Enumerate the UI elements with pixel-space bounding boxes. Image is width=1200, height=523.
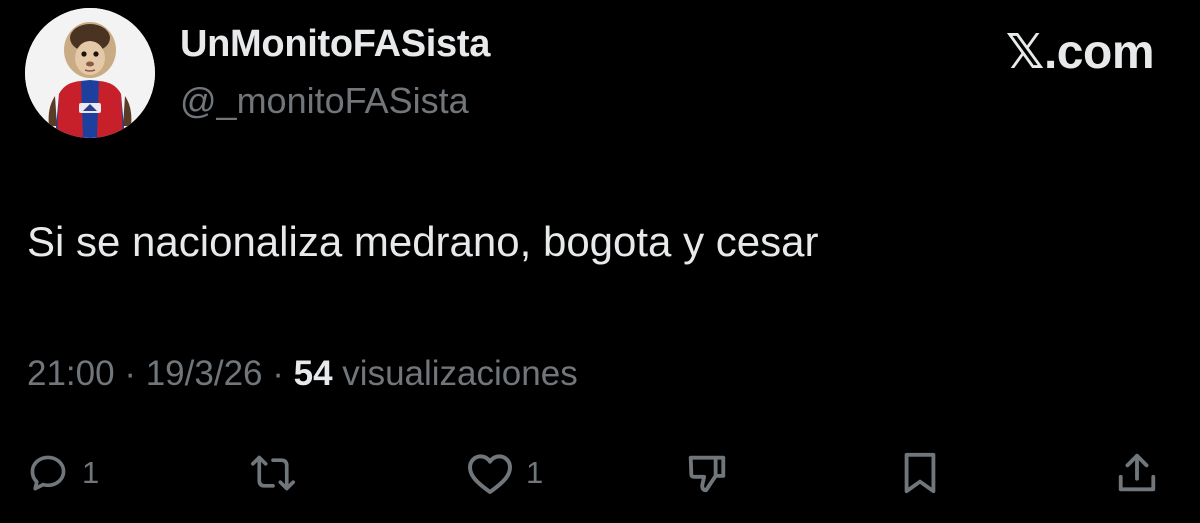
dislike-button[interactable] — [684, 443, 730, 503]
avatar[interactable] — [25, 8, 155, 138]
x-com-logo: 𝕏.com — [1005, 26, 1155, 79]
repost-icon — [251, 455, 295, 491]
share-icon — [1118, 453, 1156, 492]
share-button[interactable] — [1114, 443, 1160, 503]
action-bar: 1 1 — [0, 443, 1200, 503]
views-count: 54 — [293, 354, 333, 393]
like-count: 1 — [526, 455, 544, 490]
reply-button[interactable]: 1 — [26, 443, 99, 503]
author-handle[interactable]: @_monitoFASista — [180, 80, 469, 122]
meta-separator: · — [124, 354, 136, 393]
bookmark-icon — [904, 452, 936, 494]
dislike-icon — [688, 455, 726, 493]
like-button[interactable]: 1 — [466, 443, 543, 503]
heart-icon — [468, 454, 512, 494]
tweet-text: Si se nacionaliza medrano, bogota y cesa… — [27, 218, 819, 265]
tweet-time[interactable]: 21:00 — [27, 354, 115, 393]
author-display-name[interactable]: UnMonitoFASista — [180, 23, 490, 66]
tweet-date[interactable]: 19/3/26 — [146, 354, 263, 393]
views-label: visualizaciones — [342, 354, 578, 393]
meta-separator: · — [272, 354, 284, 393]
reply-icon — [30, 455, 66, 491]
repost-button[interactable] — [244, 443, 302, 503]
monkey-avatar-image — [25, 8, 155, 138]
bookmark-button[interactable] — [900, 443, 940, 503]
reply-count: 1 — [82, 455, 100, 490]
tweet-meta: 21:00 · 19/3/26 · 54 visualizaciones — [27, 354, 578, 394]
